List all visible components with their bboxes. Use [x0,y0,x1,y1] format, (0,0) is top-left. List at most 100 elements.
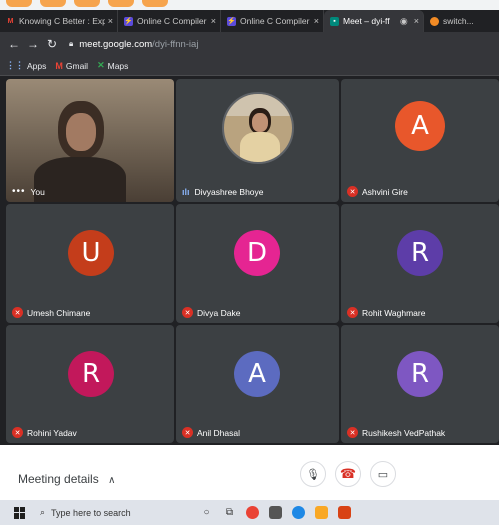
browser-tab[interactable]: ⚡ Online C Compiler - online edi × [118,10,221,32]
participant-tile[interactable]: A ✕ Ashvini Gire [341,79,499,202]
close-icon[interactable]: × [314,16,319,26]
cortana-icon[interactable]: ○ [200,506,213,519]
decorative-blob [74,0,100,7]
participant-name: Umesh Chimane [27,307,91,318]
recording-dot-icon: ◉ [399,15,408,26]
participant-tile[interactable]: U ✕ Umesh Chimane [6,204,174,323]
bookmarks-bar: ⋮⋮ Apps M Gmail ✕ Maps [0,56,499,76]
browser-tab[interactable]: switch... [424,10,499,32]
meet-icon: ▪ [330,16,339,26]
participant-avatar: A [234,351,280,397]
switch-icon [430,16,439,26]
mic-off-icon: ✕ [347,427,358,438]
participant-avatar: D [234,230,280,276]
powerpoint-icon[interactable] [338,506,351,519]
url-host: meet.google.com [79,38,153,50]
browser-tab[interactable]: ⚡ Online C Compiler - online edi × [221,10,324,32]
participant-name: Divya Dake [197,307,241,318]
search-placeholder: Type here to search [51,507,131,518]
participant-name: Rohini Yadav [27,427,77,438]
compiler-icon: ⚡ [124,16,133,26]
participant-tile[interactable]: R ✕ Rushikesh VedPathak [341,325,499,443]
browser-tab[interactable]: M Knowing C Better : Expert Lect × [0,10,118,32]
participant-photo [222,92,294,164]
close-icon[interactable]: × [108,16,113,26]
self-video-body [34,157,126,202]
bookmark-label: Gmail [65,60,89,71]
bookmark-label: Apps [27,60,47,71]
mic-off-icon: ✕ [347,186,358,197]
participant-name: Divyashree Bhoye [194,187,264,197]
url-path: /dyi-ffnn-iaj [152,38,199,50]
participant-avatar: R [397,351,443,397]
participant-nametag: ✕ Ashvini Gire [347,186,408,197]
edge-icon[interactable] [292,506,305,519]
participant-tile-self[interactable]: ••• You [6,79,174,202]
bookmark-maps[interactable]: ✕ Maps [97,60,128,71]
url-field[interactable]: 🔒︎ meet.google.com /dyi-ffnn-iaj [69,39,198,50]
bookmark-apps[interactable]: ⋮⋮ Apps [6,60,46,71]
task-view-icon[interactable]: ⧉ [223,506,236,519]
mic-off-icon: ✕ [182,307,193,318]
participant-avatar: A [395,101,445,151]
participant-nametag: ••• You [12,186,45,197]
tab-title: Online C Compiler - online edi [137,16,208,26]
microphone-button[interactable]: 🎙︎ [300,461,326,487]
participant-name: You [30,186,45,197]
store-icon[interactable] [269,506,282,519]
back-icon[interactable]: ← [6,37,22,51]
hang-up-button[interactable]: ☎︎ [335,461,361,487]
participant-tile[interactable]: ılı Divyashree Bhoye [176,79,339,202]
mic-off-icon: ✕ [12,427,23,438]
participant-name: Ashvini Gire [362,186,408,197]
tab-title: Knowing C Better : Expert Lect [19,16,105,26]
participant-nametag: ✕ Rushikesh VedPathak [347,427,445,438]
participant-avatar: R [397,230,443,276]
address-bar: ← → ↻ 🔒︎ meet.google.com /dyi-ffnn-iaj [0,32,499,56]
meeting-grid: ••• You ılı Divyashree Bhoye A ✕ Ashvini… [0,77,499,445]
camera-button[interactable]: ▭ [370,461,396,487]
lock-icon: 🔒︎ [69,39,74,48]
participant-avatar: U [68,230,114,276]
participant-name: Rohit Waghmare [362,307,426,318]
participant-tile[interactable]: R ✕ Rohit Waghmare [341,204,499,323]
speaking-indicator-icon: ılı [182,187,190,197]
close-icon[interactable]: × [414,16,419,26]
bookmark-gmail[interactable]: M Gmail [55,61,88,71]
participant-tile[interactable]: R ✕ Rohini Yadav [6,325,174,443]
file-explorer-icon[interactable] [315,506,328,519]
tab-title: Online C Compiler - online edi [240,16,311,26]
tab-title: switch... [443,16,474,26]
tab-title: Meet – dyi-ffnn-iaj [343,16,390,26]
photo-face [252,113,268,132]
more-options-icon[interactable]: ••• [12,186,26,197]
bookmark-label: Maps [107,60,129,71]
decorative-blob [40,0,66,7]
participant-nametag: ✕ Divya Dake [182,307,240,318]
meeting-details-label: Meeting details [18,472,99,486]
chrome-icon[interactable] [246,506,259,519]
participant-avatar: R [68,351,114,397]
browser-tab-bar: M Knowing C Better : Expert Lect × ⚡ Onl… [0,10,499,32]
meeting-details-button[interactable]: Meeting details ∧ [18,472,115,486]
browser-tab-active[interactable]: ▪ Meet – dyi-ffnn-iaj ◉ × [324,10,424,32]
participant-nametag: ✕ Rohit Waghmare [347,307,425,318]
mic-off-icon: ✕ [12,307,23,318]
meeting-controls-bar: Meeting details ∧ 🎙︎ ☎︎ ▭ [0,445,499,500]
windows-start-icon[interactable] [14,506,26,519]
taskbar-search-input[interactable]: ⌕ Type here to search [40,500,190,525]
mic-off-icon: ✕ [182,427,193,438]
maps-icon: ✕ [97,60,105,70]
microphone-icon: 🎙︎ [306,468,320,481]
participant-name: Anil Dhasal [197,427,240,438]
decorative-blob [108,0,134,7]
camera-icon: ▭ [377,468,389,481]
reload-icon[interactable]: ↻ [44,37,60,51]
close-icon[interactable]: × [211,16,216,26]
participant-tile[interactable]: D ✕ Divya Dake [176,204,339,323]
chevron-up-icon: ∧ [108,475,116,486]
participant-tile[interactable]: A ✕ Anil Dhasal [176,325,339,443]
photo-body [240,132,280,162]
mic-off-icon: ✕ [347,307,358,318]
forward-icon[interactable]: → [25,37,41,51]
